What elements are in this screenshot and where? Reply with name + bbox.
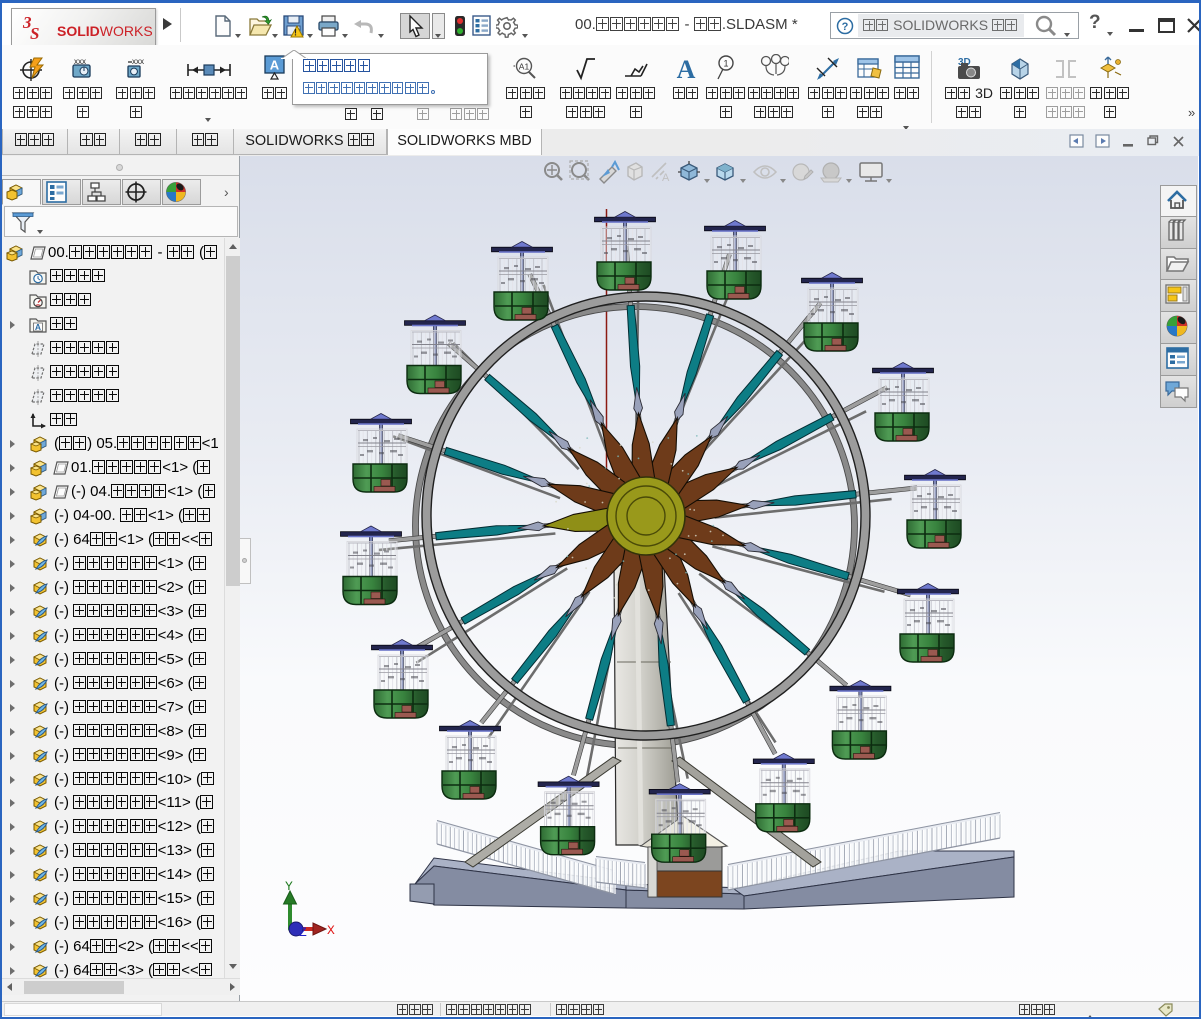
svg-text:A: A: [662, 172, 670, 184]
svg-text:X: X: [327, 923, 335, 938]
svg-text:A1: A1: [519, 62, 530, 72]
svg-text:Z: Z: [299, 925, 307, 940]
svg-text:1: 1: [723, 59, 728, 69]
svg-text:A: A: [35, 322, 41, 332]
svg-text:?: ?: [842, 21, 849, 33]
svg-text:S: S: [30, 24, 39, 43]
svg-text:xxx: xxx: [132, 57, 144, 66]
svg-text:Y: Y: [285, 879, 293, 894]
svg-text:!: !: [294, 28, 297, 38]
svg-text:A: A: [677, 55, 696, 82]
